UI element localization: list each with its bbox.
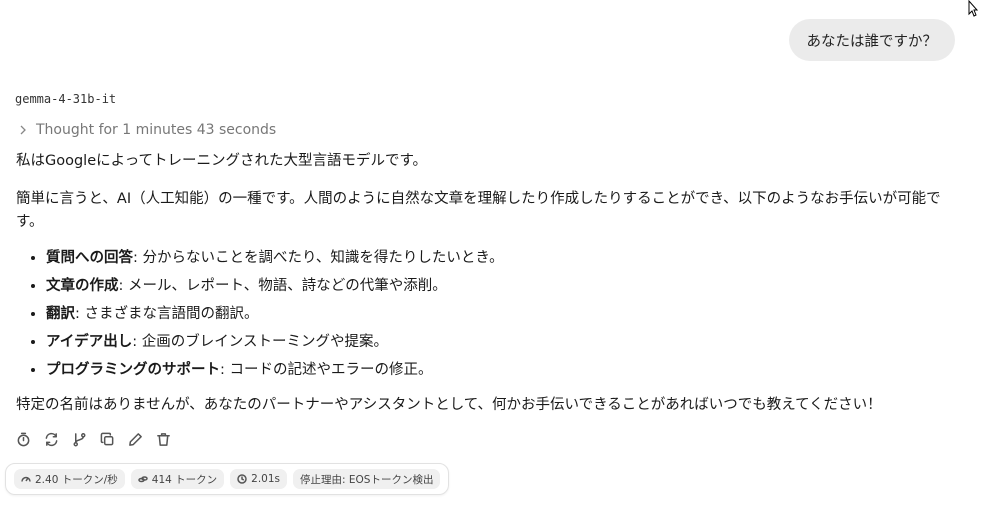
thought-toggle[interactable]: Thought for 1 minutes 43 seconds [18,122,276,138]
stop-reason-chip: 停止理由: EOSトークン検出 [293,469,441,489]
coins-icon [138,476,148,483]
list-item-title: アイデア出し [46,334,133,350]
list-item-desc: : コードの記述やエラーの修正。 [220,362,433,378]
copy-icon[interactable] [100,432,116,448]
thought-label: Thought for 1 minutes 43 seconds [36,122,277,138]
edit-icon[interactable] [128,432,144,448]
speed-chip: 2.40 トークン/秒 [14,469,125,489]
list-item-title: 質問への回答 [46,250,133,266]
list-item-desc: : 企画のブレインストーミングや提案。 [132,334,388,350]
time-chip: 2.01s [230,469,288,489]
timer-icon[interactable] [16,432,32,448]
clock-icon [237,474,247,484]
list-item-title: 翻訳 [46,306,75,322]
list-item: 文章の作成: メール、レポート、物語、詩などの代筆や添削。 [46,274,941,298]
delete-icon[interactable] [156,432,172,448]
response-paragraph-1: 私はGoogleによってトレーニングされた大型言語モデルです。 [16,153,428,169]
user-message-bubble: あなたは誰ですか？ [788,19,955,61]
list-item-desc: : 分からないことを調べたり、知識を得たりしたいとき。 [133,250,504,266]
gauge-icon [21,476,31,482]
list-item: 質問への回答: 分からないことを調べたり、知識を得たりしたいとき。 [46,246,941,270]
regenerate-icon[interactable] [44,432,60,448]
list-item-desc: : メール、レポート、物語、詩などの代筆や添削。 [118,278,447,294]
response-bullet-list: 質問への回答: 分からないことを調べたり、知識を得たりしたいとき。 文章の作成:… [16,246,941,382]
list-item: プログラミングのサポート: コードの記述やエラーの修正。 [46,358,941,382]
user-message-text: あなたは誰ですか？ [806,33,938,50]
assistant-response: 私はGoogleによってトレーニングされた大型言語モデルです。 簡単に言うと、A… [16,150,941,417]
time-value: 2.01s [251,473,281,485]
model-name-label: gemma-4-31b-it [15,92,117,106]
tokens-value: 414 トークン [151,473,218,486]
stop-reason-value: 停止理由: EOSトークン検出 [300,473,434,486]
list-item: アイデア出し: 企画のブレインストーミングや提案。 [46,330,941,354]
speed-value: 2.40 トークン/秒 [35,473,118,486]
chevron-right-icon [20,125,26,135]
list-item: 翻訳: さまざまな言語間の翻訳。 [46,302,941,326]
list-item-desc: : さまざまな言語間の翻訳。 [75,306,259,322]
list-item-title: プログラミングのサポート [46,362,220,378]
response-paragraph-3: 特定の名前はありませんが、あなたのパートナーやアシスタントとして、何かお手伝いで… [16,397,882,413]
branch-icon[interactable] [72,432,88,448]
list-item-title: 文章の作成 [46,278,119,294]
mouse-cursor-icon [968,0,978,17]
message-actions [16,432,172,448]
generation-stats: 2.40 トークン/秒 414 トークン 2.01s 停止理由: EOSトークン… [5,463,450,495]
response-paragraph-2: 簡単に言うと、AI（人工知能）の一種です。人間のように自然な文章を理解したり作成… [16,191,941,230]
tokens-chip: 414 トークン [130,469,225,489]
